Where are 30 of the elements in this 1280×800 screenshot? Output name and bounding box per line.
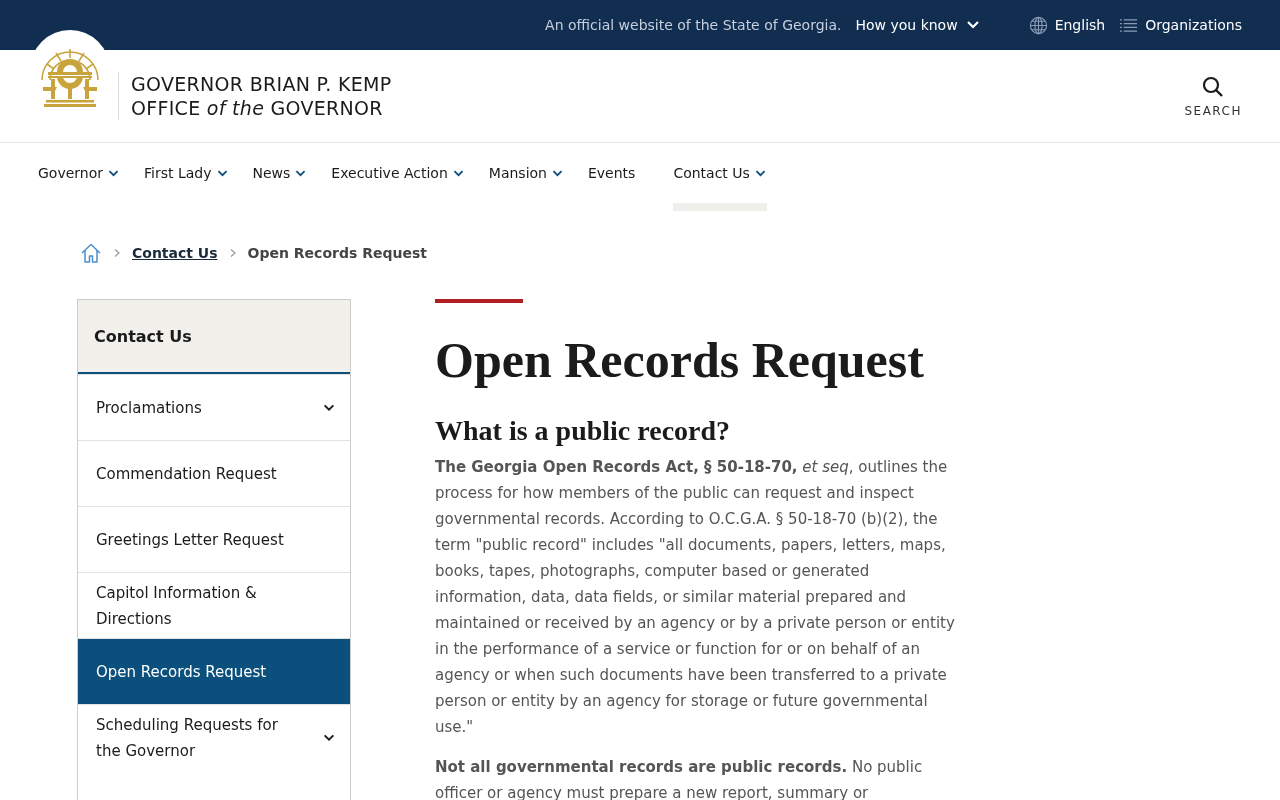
nav-menu-item[interactable]: Executive Action	[331, 143, 465, 211]
nav-menu-item[interactable]: Governor	[38, 143, 121, 211]
nav-menu-item[interactable]: Mansion	[488, 143, 564, 211]
how-you-know-button[interactable]: How you know	[855, 17, 981, 33]
sidebar-item[interactable]: Scheduling Requests for the Governor	[78, 704, 350, 770]
home-icon	[80, 242, 102, 264]
nav-menu-item[interactable]: Events	[587, 143, 636, 211]
nav-menu-item[interactable]: News	[252, 143, 308, 211]
body-paragraph: The Georgia Open Records Act, § 50-18-70, et seq, outlines the process for how members of the public can request and inspect governmental records. According to O.C.G.A. § 50-18-70 (b)(2), the term "public record" includes "all documents, papers, letters, maps, books, tapes, photographs, computer based or generated information, data, data fields, or similar material prepared and maintained or received by an agency or by a private person or entity in the performance of a service or function for or on behalf of an agency or when such documents have been transferred to a private person or entity by an agency for storage or future governmental use."	[435, 456, 955, 738]
chevron-right-icon	[112, 248, 122, 258]
site-subtitle-line[interactable]: OFFICE of the GOVERNOR	[131, 96, 392, 120]
nav-menu-item[interactable]: Contact Us	[673, 143, 767, 211]
official-notice: An official website of the State of Georgia.	[545, 17, 842, 33]
language-button[interactable]: English	[1028, 15, 1106, 35]
site-title-line[interactable]: GOVERNOR BRIAN P. KEMP	[131, 72, 392, 96]
nav-menu-item[interactable]: First Lady	[144, 143, 229, 211]
home-link[interactable]	[80, 242, 102, 264]
organizations-button[interactable]: Organizations	[1119, 15, 1242, 35]
globe-icon	[1028, 15, 1048, 35]
body-paragraph: Not all governmental records are public records. No public officer or agency must prepare a new report, summary or	[435, 756, 924, 800]
sidebar-title: Contact Us	[78, 300, 350, 374]
page-title: Open Records Request	[435, 333, 925, 388]
sidebar-item[interactable]: Commendation Request	[78, 440, 350, 506]
sidebar-item[interactable]: Proclamations	[78, 374, 350, 440]
breadcrumb-link[interactable]: Contact Us	[132, 245, 218, 261]
sidebar-item[interactable]: Open Records Request	[78, 638, 350, 704]
sidebar-item[interactable]: Greetings Letter Request	[78, 506, 350, 572]
search-button[interactable]: SEARCH	[1184, 74, 1242, 118]
breadcrumb-current: Open Records Request	[247, 245, 427, 261]
section-heading: What is a public record?	[435, 414, 732, 448]
